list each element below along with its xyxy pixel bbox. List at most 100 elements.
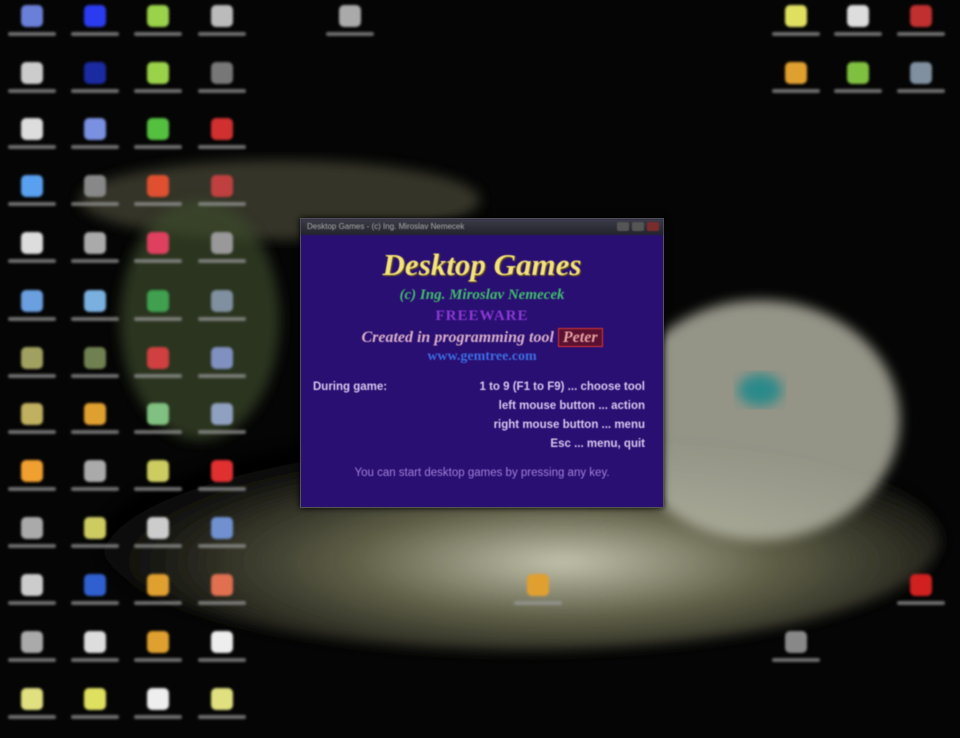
desktop-icon[interactable] bbox=[891, 3, 951, 55]
desktop-icon[interactable] bbox=[192, 686, 252, 738]
desktop-icon[interactable] bbox=[2, 60, 62, 112]
desktop-icon[interactable] bbox=[128, 116, 188, 168]
app-icon bbox=[211, 517, 233, 539]
footer-text: You can start desktop games by pressing … bbox=[354, 467, 610, 479]
desktop-icon[interactable] bbox=[65, 515, 125, 567]
desktop-icon[interactable] bbox=[2, 288, 62, 340]
desktop-icon[interactable] bbox=[2, 401, 62, 453]
icon-label bbox=[71, 487, 119, 491]
desktop-icon[interactable] bbox=[65, 686, 125, 738]
desktop-icon[interactable] bbox=[128, 686, 188, 738]
keys-label: During game: bbox=[313, 381, 388, 393]
desktop-icon[interactable] bbox=[128, 173, 188, 225]
desktop-icon[interactable] bbox=[192, 116, 252, 168]
desktop-icon[interactable] bbox=[828, 60, 888, 112]
icon-label bbox=[198, 32, 246, 36]
window-title: Desktop Games - (c) Ing. Miroslav Nemece… bbox=[307, 222, 465, 231]
icon-label bbox=[8, 317, 56, 321]
desktop-icon[interactable] bbox=[192, 173, 252, 225]
desktop-icon[interactable] bbox=[128, 572, 188, 624]
desktop-games-dialog[interactable]: Desktop Games - (c) Ing. Miroslav Nemece… bbox=[300, 218, 664, 508]
desktop-icon[interactable] bbox=[2, 345, 62, 397]
desktop-icon[interactable] bbox=[192, 3, 252, 55]
desktop-icon[interactable] bbox=[2, 686, 62, 738]
icon-label bbox=[71, 430, 119, 434]
app-icon bbox=[211, 290, 233, 312]
desktop-icon[interactable] bbox=[128, 230, 188, 282]
close-button[interactable] bbox=[647, 222, 659, 231]
icon-label bbox=[198, 487, 246, 491]
desktop-icon[interactable] bbox=[766, 60, 826, 112]
desktop-icon[interactable] bbox=[128, 515, 188, 567]
desktop-icon[interactable] bbox=[65, 60, 125, 112]
icon-label bbox=[897, 32, 945, 36]
icon-label bbox=[514, 601, 562, 605]
desktop-icon[interactable] bbox=[2, 173, 62, 225]
icon-label bbox=[134, 32, 182, 36]
app-icon bbox=[21, 175, 43, 197]
icon-label bbox=[8, 487, 56, 491]
desktop-icon[interactable] bbox=[766, 629, 826, 681]
desktop-icon[interactable] bbox=[2, 572, 62, 624]
icon-label bbox=[71, 374, 119, 378]
icon-label bbox=[71, 32, 119, 36]
app-icon bbox=[147, 175, 169, 197]
desktop-icon[interactable] bbox=[65, 3, 125, 55]
desktop-icon[interactable] bbox=[891, 572, 951, 624]
desktop-icon[interactable] bbox=[128, 288, 188, 340]
dialog-heading: Desktop Games bbox=[382, 247, 582, 282]
icon-label bbox=[772, 658, 820, 662]
app-icon bbox=[84, 232, 106, 254]
desktop-icon[interactable] bbox=[65, 401, 125, 453]
desktop-icon[interactable] bbox=[128, 401, 188, 453]
author-text: (c) Ing. Miroslav Nemecek bbox=[399, 287, 565, 303]
minimize-button[interactable] bbox=[617, 222, 629, 231]
website-link[interactable]: www.gemtree.com bbox=[301, 349, 663, 365]
desktop-icon[interactable] bbox=[128, 60, 188, 112]
app-icon bbox=[21, 232, 43, 254]
app-icon bbox=[84, 403, 106, 425]
app-icon bbox=[147, 631, 169, 653]
desktop-icon[interactable] bbox=[192, 230, 252, 282]
desktop-icon[interactable] bbox=[65, 458, 125, 510]
desktop-icon[interactable] bbox=[128, 345, 188, 397]
desktop-icon[interactable] bbox=[192, 288, 252, 340]
desktop-icon[interactable] bbox=[192, 345, 252, 397]
desktop-icon[interactable] bbox=[192, 458, 252, 510]
desktop-icon[interactable] bbox=[192, 629, 252, 681]
desktop-icon[interactable] bbox=[65, 629, 125, 681]
desktop-icon[interactable] bbox=[128, 3, 188, 55]
desktop-icon[interactable] bbox=[2, 515, 62, 567]
desktop-icon[interactable] bbox=[828, 3, 888, 55]
desktop-icon[interactable] bbox=[2, 230, 62, 282]
app-icon bbox=[211, 232, 233, 254]
desktop-icon[interactable] bbox=[128, 629, 188, 681]
icon-label bbox=[8, 430, 56, 434]
desktop-icon[interactable] bbox=[65, 230, 125, 282]
maximize-button[interactable] bbox=[632, 222, 644, 231]
app-icon bbox=[147, 347, 169, 369]
icon-label bbox=[198, 145, 246, 149]
desktop-icon[interactable] bbox=[65, 572, 125, 624]
desktop-icon[interactable] bbox=[2, 116, 62, 168]
desktop-icon[interactable] bbox=[2, 629, 62, 681]
desktop-icon[interactable] bbox=[192, 60, 252, 112]
desktop-icon[interactable] bbox=[891, 60, 951, 112]
desktop-icon[interactable] bbox=[128, 458, 188, 510]
desktop-icon[interactable] bbox=[508, 572, 568, 624]
desktop-icon[interactable] bbox=[320, 3, 380, 55]
desktop-icon[interactable] bbox=[766, 3, 826, 55]
desktop-icon[interactable] bbox=[65, 345, 125, 397]
icon-label bbox=[134, 658, 182, 662]
desktop-icon[interactable] bbox=[192, 401, 252, 453]
desktop-icon[interactable] bbox=[2, 3, 62, 55]
app-icon bbox=[147, 5, 169, 27]
desktop-icon[interactable] bbox=[192, 572, 252, 624]
desktop-icon[interactable] bbox=[192, 515, 252, 567]
desktop-icon[interactable] bbox=[2, 458, 62, 510]
icon-label bbox=[772, 89, 820, 93]
dialog-titlebar[interactable]: Desktop Games - (c) Ing. Miroslav Nemece… bbox=[301, 219, 663, 235]
desktop-icon[interactable] bbox=[65, 288, 125, 340]
desktop-icon[interactable] bbox=[65, 173, 125, 225]
desktop-icon[interactable] bbox=[65, 116, 125, 168]
